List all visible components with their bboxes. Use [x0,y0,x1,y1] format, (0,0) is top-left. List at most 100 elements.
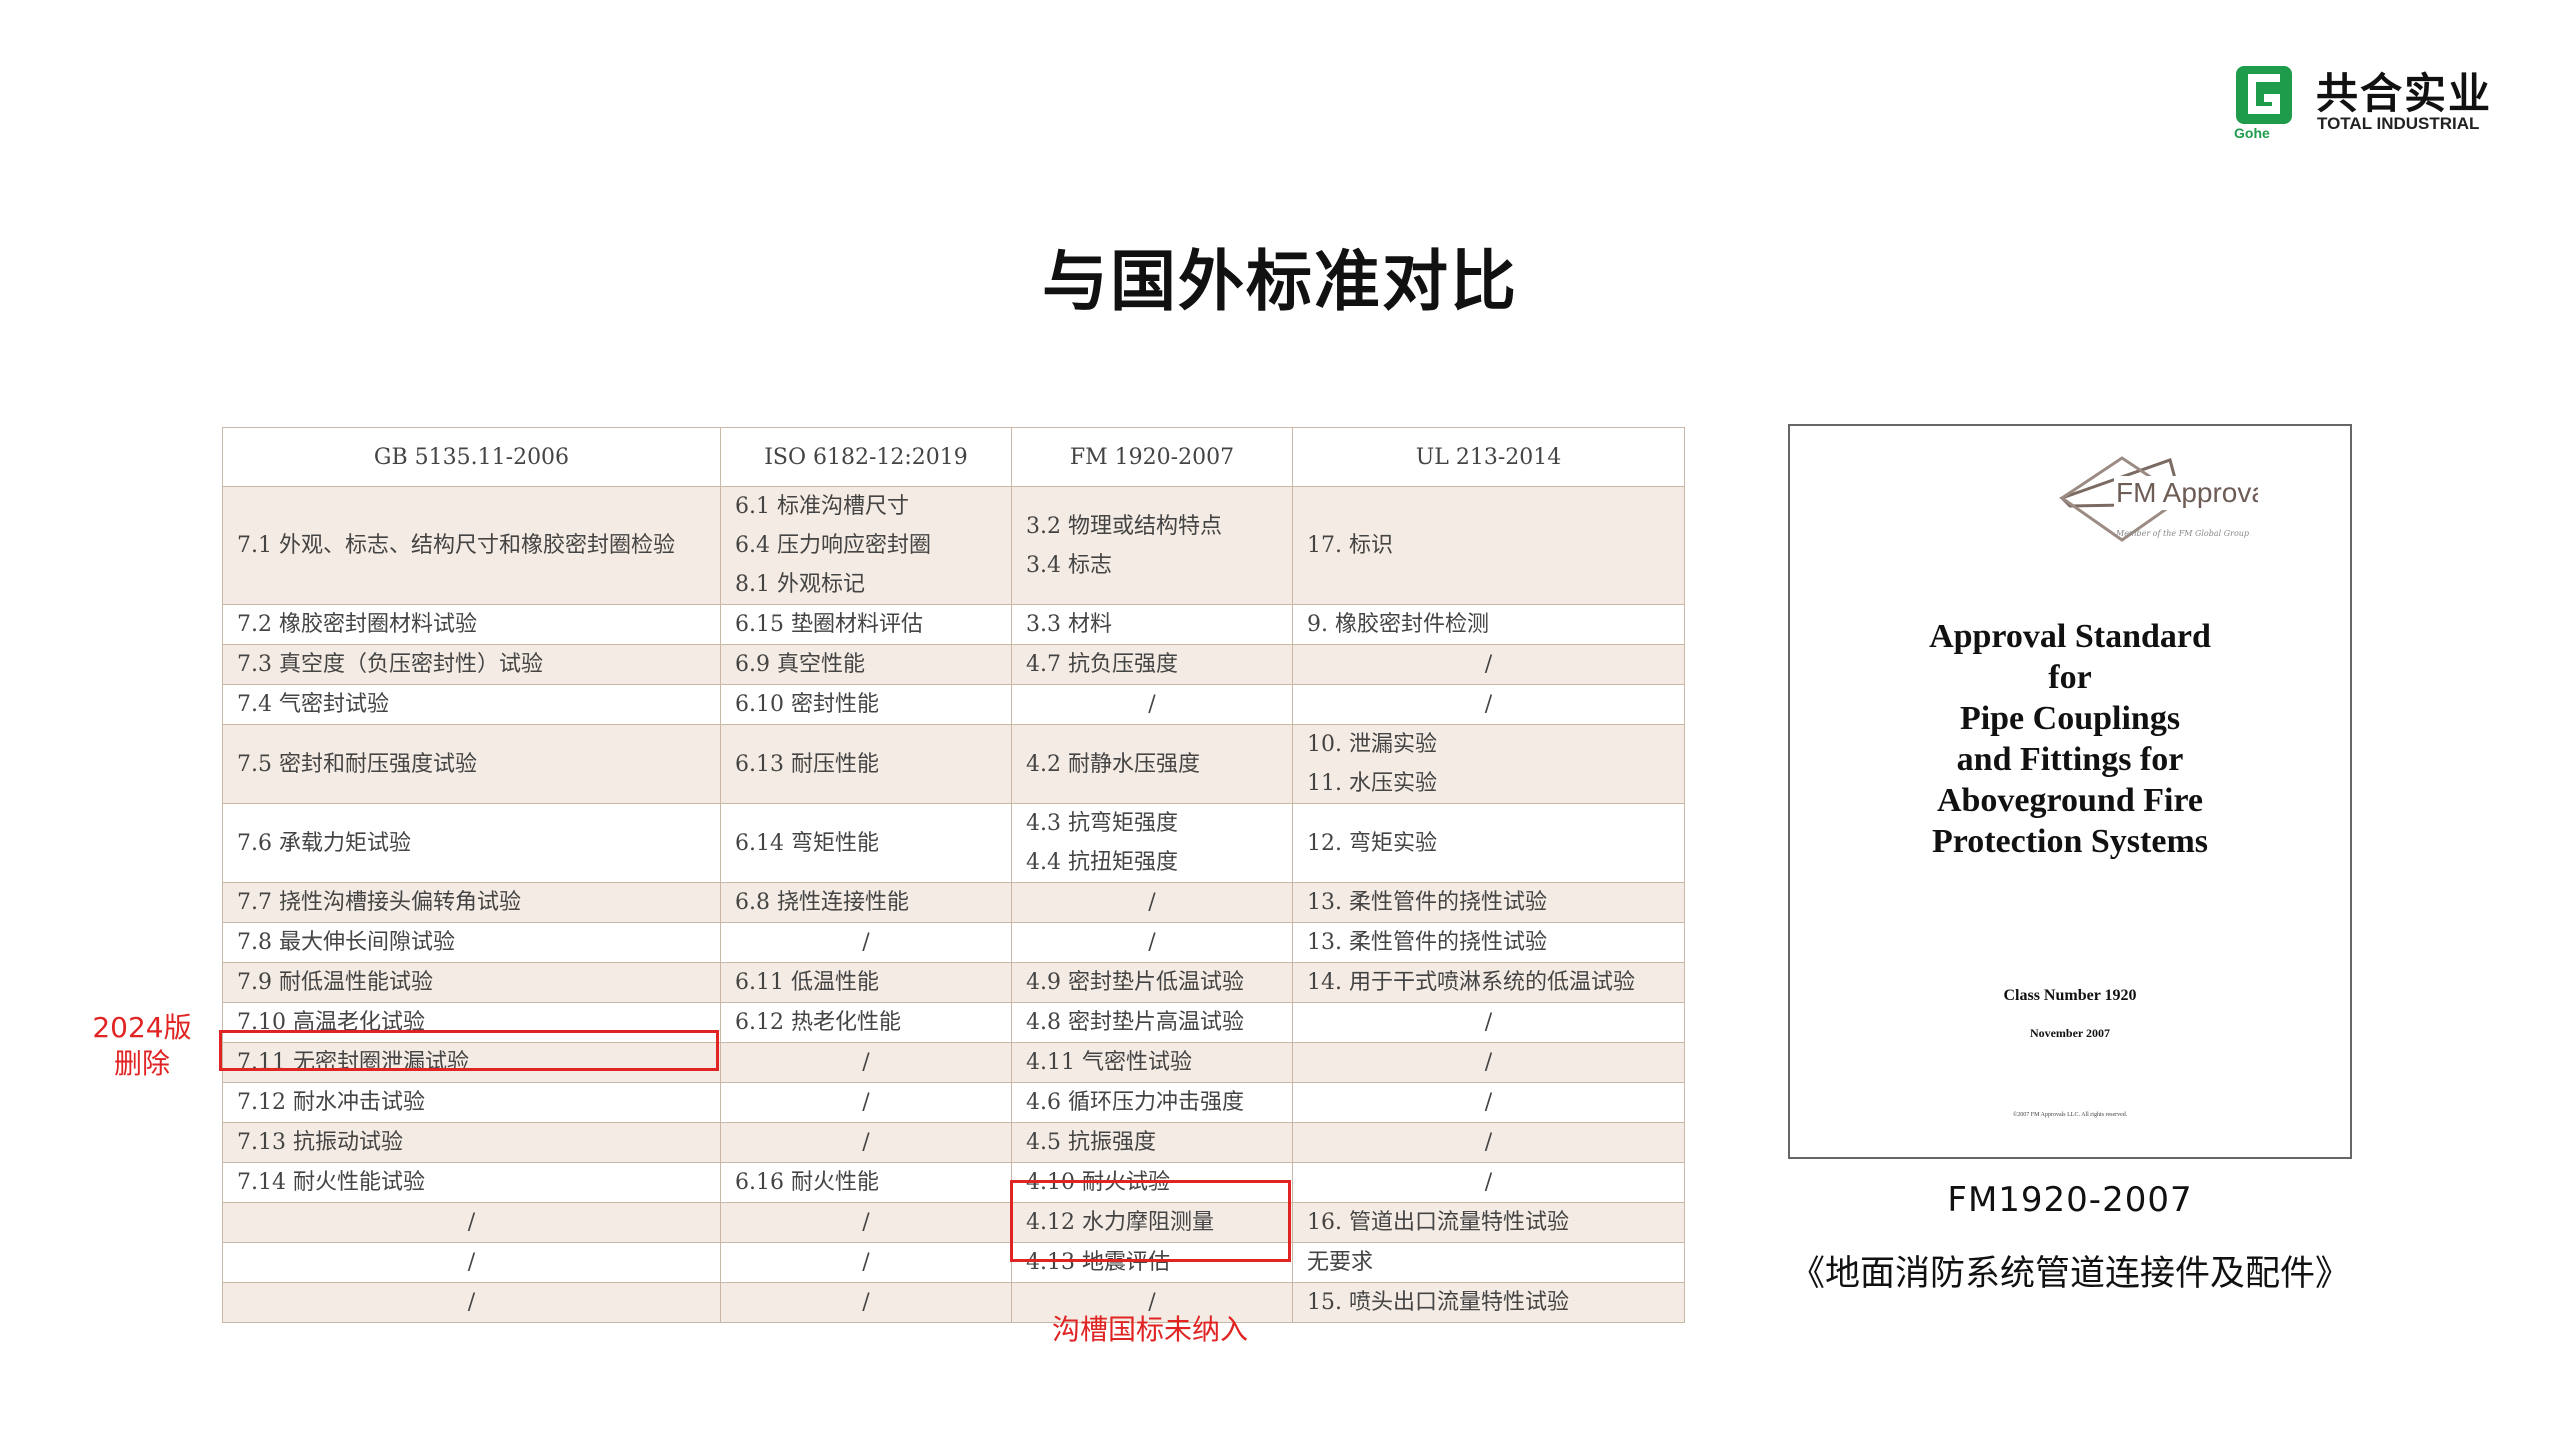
standard-code-caption: FM1920-2007 [1947,1180,2193,1220]
fm-logo-text: FM Approvals [2116,477,2258,508]
cell-line: 13. 柔性管件的挠性试验 [1307,930,1547,955]
deleted-row-highlight [219,1030,719,1071]
table-cell-ul: / [1292,644,1685,685]
cell-line: / [1484,692,1493,717]
table-cell-iso: / [720,1242,1012,1283]
cell-line: 7.1 外观、标志、结构尺寸和橡胶密封圈检验 [237,533,675,558]
table-cell-ul: 9. 橡胶密封件检测 [1292,604,1685,645]
table-cell-iso: / [720,1042,1012,1083]
fm-standard-cover: FM Approvals Member of the FM Global Gro… [1788,424,2352,1159]
deleted-2024-note: 2024版 删除 [80,1010,204,1082]
table-cell-fm: 4.3 抗弯矩强度 4.4 抗扭矩强度 [1011,803,1293,883]
table-body: 7.1 外观、标志、结构尺寸和橡胶密封圈检验 6.1 标准沟槽尺寸 6.4 压力响应… [222,486,1685,1323]
table-cell-fm: / [1011,684,1293,725]
cell-line: 6.10 密封性能 [735,692,879,717]
cell-line: 7.6 承载力矩试验 [237,830,411,856]
cell-line: 8.1 外观标记 [735,572,865,597]
cell-line: 7.5 密封和耐压强度试验 [237,751,477,777]
table-cell-fm: 4.2 耐静水压强度 [1011,724,1293,804]
cell-line: 3.4 标志 [1026,552,1112,578]
table-cell-gb: 7.7 挠性沟槽接头偏转角试验 [222,882,721,923]
cell-line: 4.2 耐静水压强度 [1026,751,1200,777]
cell-line: / [862,1130,870,1155]
cell-line: 16. 管道出口流量特性试验 [1307,1210,1569,1235]
table-row: 7.12 耐水冲击试验 / 4.6 循环压力冲击强度 / [222,1082,1685,1123]
cell-line: / [467,1250,476,1275]
cover-title-line: for [2048,659,2092,696]
cell-line: / [1484,652,1493,677]
table-row: 7.14 耐火性能试验 6.16 耐火性能 4.10 耐火试验 / [222,1162,1685,1203]
cell-line: 4.8 密封垫片高温试验 [1026,1010,1244,1035]
table-cell-ul: 17. 标识 [1292,486,1685,605]
table-cell-iso: 6.1 标准沟槽尺寸 6.4 压力响应密封圈 8.1 外观标记 [720,486,1012,605]
table-cell-gb: / [222,1242,721,1283]
table-cell-gb: 7.13 抗振动试验 [222,1122,721,1163]
cell-line: / [1148,692,1156,717]
header-iso: ISO 6182-12:2019 [720,427,1012,487]
cell-line: 15. 喷头出口流量特性试验 [1307,1290,1569,1315]
comparison-table: GB 5135.11-2006 ISO 6182-12:2019 FM 1920… [222,427,1685,1323]
cover-title-line: and Fittings for [1956,741,2184,778]
fm-member-text: Member of the FM Global Group [2116,529,2250,538]
cell-line: / [862,1210,870,1235]
table-cell-ul: / [1292,684,1685,725]
cell-line: / [1148,890,1156,915]
cell-line: / [862,1250,870,1275]
table-row: 7.5 密封和耐压强度试验 6.13 耐压性能 4.2 耐静水压强度 10. 泄漏实验… [222,724,1685,804]
cover-date: November 2007 [2029,1026,2111,1040]
cell-line: 17. 标识 [1307,533,1393,558]
table-cell-gb: 7.2 橡胶密封圈材料试验 [222,604,721,645]
table-row: 7.7 挠性沟槽接头偏转角试验 6.8 挠性连接性能 / 13. 柔性管件的挠性试验 [222,882,1685,923]
cover-title-line: Aboveground Fire [1936,782,2204,819]
cell-line: 3.3 材料 [1026,612,1112,637]
cell-line: 6.11 低温性能 [735,970,879,995]
table-cell-iso: 6.11 低温性能 [720,962,1012,1003]
table-cell-gb: / [222,1202,721,1243]
cell-line: 4.3 抗弯矩强度 [1026,811,1178,836]
cell-line: 6.4 压力响应密封圈 [735,533,931,558]
header-fm: FM 1920-2007 [1011,427,1293,487]
cell-line: 6.16 耐火性能 [735,1170,879,1195]
table-cell-gb: 7.1 外观、标志、结构尺寸和橡胶密封圈检验 [222,486,721,605]
table-cell-iso: 6.15 垫圈材料评估 [720,604,1012,645]
cell-line: / [1148,930,1156,955]
table-cell-fm: 4.7 抗负压强度 [1011,644,1293,685]
table-cell-iso: 6.8 挠性连接性能 [720,882,1012,923]
cover-title: Approval Standard for Pipe Couplings and… [1790,616,2350,862]
table-row: 7.4 气密封试验 6.10 密封性能 / / [222,684,1685,725]
table-cell-iso: 6.16 耐火性能 [720,1162,1012,1203]
cell-line: 6.8 挠性连接性能 [735,890,909,915]
cell-line: 4.6 循环压力冲击强度 [1026,1090,1244,1115]
table-cell-ul: 10. 泄漏实验 11. 水压实验 [1292,724,1685,804]
table-cell-ul: 15. 喷头出口流量特性试验 [1292,1282,1685,1323]
table-header-row: GB 5135.11-2006 ISO 6182-12:2019 FM 1920… [222,427,1685,487]
cell-line: / [862,1290,870,1315]
table-cell-gb: 7.4 气密封试验 [222,684,721,725]
cell-line: 6.9 真空性能 [735,652,865,677]
cell-line: 13. 柔性管件的挠性试验 [1307,890,1547,915]
table-cell-fm: 3.2 物理或结构特点 3.4 标志 [1011,486,1293,605]
table-cell-iso: 6.9 真空性能 [720,644,1012,685]
table-row: 7.8 最大伸长间隙试验 / / 13. 柔性管件的挠性试验 [222,922,1685,963]
cell-line: 4.11 气密性试验 [1026,1050,1192,1075]
table-cell-iso: / [720,1202,1012,1243]
table-cell-ul: 12. 弯矩实验 [1292,803,1685,883]
table-cell-ul: 13. 柔性管件的挠性试验 [1292,882,1685,923]
cell-line: 6.15 垫圈材料评估 [735,612,923,637]
cell-line: 9. 橡胶密封件检测 [1307,612,1489,637]
cell-line: 14. 用于干式喷淋系统的低温试验 [1307,970,1635,995]
table-cell-fm: 4.5 抗振强度 [1011,1122,1293,1163]
table-cell-fm: 4.9 密封垫片低温试验 [1011,962,1293,1003]
standard-name-caption: 《地面消防系统管道连接件及配件》 [1789,1254,2350,1294]
cell-line: 7.14 耐火性能试验 [237,1170,425,1195]
table-cell-iso: / [720,1122,1012,1163]
deleted-note-line-1: 2024版 [92,1011,192,1044]
cell-line: 7.13 抗振动试验 [237,1130,403,1155]
table-cell-fm: / [1011,922,1293,963]
table-cell-ul: / [1292,1122,1685,1163]
cover-copyright: ©2007 FM Approvals LLC. All rights reser… [2012,1112,2128,1118]
cell-line: 4.4 抗扭矩强度 [1026,850,1178,875]
table-cell-gb: / [222,1282,721,1323]
table-cell-iso: / [720,1082,1012,1123]
table-cell-gb: 7.12 耐水冲击试验 [222,1082,721,1123]
